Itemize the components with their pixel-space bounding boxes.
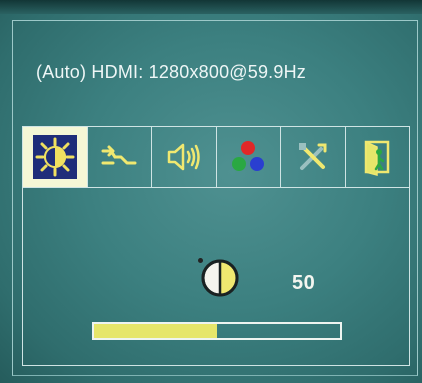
tab-exit[interactable] <box>344 126 410 188</box>
tools-icon <box>291 135 335 179</box>
cursor-dot <box>198 258 203 263</box>
brightness-contrast-icon <box>32 135 77 179</box>
contrast-icon <box>198 256 242 300</box>
tab-tools[interactable] <box>280 126 345 188</box>
screen-bezel-top <box>0 0 422 14</box>
input-status-text: (Auto) HDMI: 1280x800@59.9Hz <box>36 62 306 82</box>
tab-audio[interactable] <box>151 126 216 188</box>
tab-color[interactable] <box>215 126 280 188</box>
exit-icon <box>355 135 399 179</box>
input-source-icon <box>97 135 141 179</box>
menu-tabs <box>22 126 410 188</box>
speaker-icon <box>162 135 206 179</box>
contrast-value: 50 <box>292 272 316 294</box>
tab-brightness-contrast[interactable] <box>22 126 87 188</box>
contrast-slider-fill <box>94 324 217 338</box>
contrast-slider[interactable] <box>92 322 342 340</box>
color-icon <box>226 135 270 179</box>
tab-input-source[interactable] <box>86 126 151 188</box>
